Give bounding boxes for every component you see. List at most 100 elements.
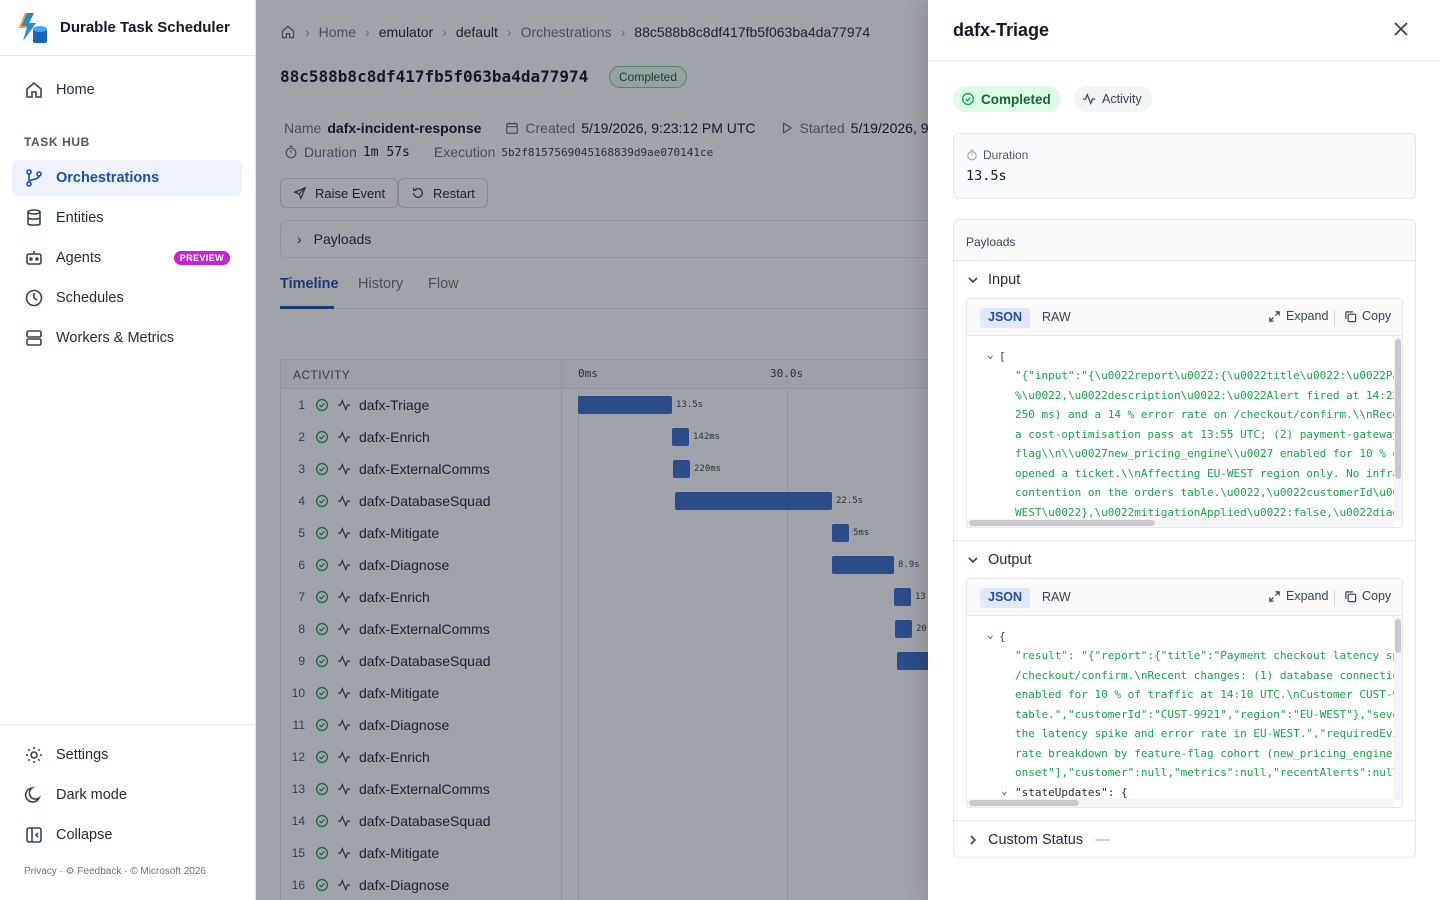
sidebar-item-schedules[interactable]: Schedules	[12, 280, 242, 316]
expand-button[interactable]: Expand	[1268, 309, 1328, 323]
code-line: WEST\u0022},\u0022mitigationApplied\u002…	[1015, 506, 1397, 519]
status-text: Completed	[981, 91, 1051, 107]
sidebar-item-label: Settings	[56, 747, 109, 763]
collapse-toggle[interactable]: ⌄	[987, 345, 994, 364]
copy-button[interactable]: Copy	[1344, 589, 1391, 603]
sidebar-item-label: Dark mode	[56, 787, 127, 803]
code-line: a cost-optimisation pass at 13:55 UTC; (…	[1015, 428, 1397, 441]
payloads-header: Payloads	[954, 220, 1415, 261]
sidebar-item-collapse[interactable]: Collapse	[12, 817, 242, 853]
code-line: "stateUpdates": {	[1015, 786, 1128, 799]
duration-card: Duration 13.5s	[953, 133, 1416, 199]
sidebar-item-label: Entities	[56, 210, 104, 226]
code-line: "{"input":"{\u0022report\u0022:{\u0022ti…	[1015, 369, 1397, 382]
panel-title: dafx-Triage	[953, 20, 1050, 40]
moon-icon	[24, 786, 42, 803]
divider	[1334, 590, 1335, 606]
check-circle-icon	[961, 92, 975, 106]
sidebar-item-label: Orchestrations	[56, 170, 160, 186]
viewer-toolbar: JSON RAW Expand Copy	[967, 299, 1402, 336]
copy-button[interactable]: Copy	[1344, 309, 1391, 323]
close-icon[interactable]	[1390, 18, 1412, 40]
divider	[1334, 310, 1335, 326]
scrollbar-thumb[interactable]	[1395, 339, 1401, 479]
sidebar-item-dark-mode[interactable]: Dark mode	[12, 777, 242, 813]
server-icon	[26, 330, 42, 346]
collapse-sidebar-icon	[26, 827, 42, 843]
collapse-toggle[interactable]: ⌄	[1001, 781, 1008, 800]
robot-icon	[26, 251, 42, 265]
sidebar-item-label: Agents	[56, 250, 102, 266]
home-icon	[26, 81, 42, 98]
custom-status-toggle[interactable]: Custom Status —	[966, 832, 1110, 848]
branch-icon	[26, 169, 42, 187]
raw-tab[interactable]: RAW	[1034, 308, 1079, 328]
json-tab[interactable]: JSON	[980, 588, 1031, 608]
status-badge: Completed	[953, 86, 1061, 112]
collapse-toggle[interactable]: ⌄	[987, 625, 994, 644]
output-label: Output	[988, 552, 1032, 568]
sidebar-item-label: Workers & Metrics	[56, 330, 175, 346]
expand-icon	[1269, 590, 1280, 602]
code-line: flag\\n\\u0027new_pricing_engine\\u0027 …	[1015, 447, 1397, 460]
sidebar-item-home[interactable]: Home	[12, 72, 242, 108]
gear-icon	[26, 747, 42, 763]
expand-button[interactable]: Expand	[1268, 589, 1328, 603]
duration-label-text: Duration	[983, 148, 1029, 162]
code-line: onset"],"customer":null,"metrics":null,"…	[1015, 766, 1397, 779]
divider	[928, 60, 1440, 61]
copy-icon	[1345, 590, 1357, 602]
code-line: enabled for 10 % of traffic at 14:10 UTC…	[1015, 688, 1397, 701]
chevron-down-icon	[968, 557, 978, 564]
brand-title: Durable Task Scheduler	[60, 19, 230, 36]
vertical-scrollbar[interactable]	[1394, 617, 1402, 800]
horizontal-scrollbar[interactable]	[967, 519, 1394, 527]
horizontal-scrollbar[interactable]	[967, 799, 1394, 807]
divider	[954, 540, 1415, 541]
sidebar-item-label: Home	[56, 82, 95, 98]
payloads-label: Payloads	[966, 235, 1016, 249]
sidebar-item-agents[interactable]: Agents PREVIEW	[12, 240, 242, 276]
brand[interactable]: Durable Task Scheduler	[0, 0, 255, 56]
footer-links[interactable]: Privacy · ⚙ Feedback · © Microsoft 2026	[24, 866, 206, 877]
sidebar-item-orchestrations[interactable]: Orchestrations	[12, 160, 242, 196]
code-line: rate breakdown by feature-flag cohort (n…	[1015, 747, 1393, 760]
type-text: Activity	[1102, 92, 1142, 106]
code-line: contention on the orders table.\u0022,\u…	[1015, 486, 1397, 499]
sidebar-item-entities[interactable]: Entities	[12, 200, 242, 236]
clock-icon	[25, 289, 43, 307]
chevron-right-icon	[970, 835, 977, 845]
code-line: [	[999, 350, 1006, 363]
expand-label: Expand	[1286, 589, 1329, 603]
raw-tab[interactable]: RAW	[1034, 588, 1079, 608]
chevron-down-icon	[968, 277, 978, 284]
sidebar-item-workers-metrics[interactable]: Workers & Metrics	[12, 320, 242, 356]
sidebar-item-label: Collapse	[56, 827, 113, 843]
scrollbar-thumb[interactable]	[969, 520, 1155, 526]
code-line: the latency spike and error rate in EU-W…	[1015, 727, 1397, 740]
duration-label: Duration	[966, 148, 1028, 162]
input-label: Input	[988, 272, 1021, 288]
vertical-scrollbar[interactable]	[1394, 337, 1402, 520]
scrollbar-thumb[interactable]	[969, 800, 1079, 806]
sidebar: Durable Task Scheduler Home TASK HUB Orc…	[0, 0, 256, 900]
input-code: ⌄ [ "{"input":"{\u0022report\u0022:{\u00…	[967, 337, 1397, 520]
sidebar-item-settings[interactable]: Settings	[12, 737, 242, 773]
timer-icon	[967, 149, 977, 161]
copy-label: Copy	[1362, 589, 1392, 603]
type-badge: Activity	[1074, 86, 1152, 112]
input-json-viewer: JSON RAW Expand Copy ⌄ [ "{"input":"{\u0…	[966, 298, 1403, 528]
expand-label: Expand	[1286, 309, 1329, 323]
copy-label: Copy	[1362, 309, 1392, 323]
scrollbar-thumb[interactable]	[1395, 619, 1401, 653]
payloads-card: Payloads Input JSON RAW Expand Copy ⌄ […	[953, 219, 1416, 858]
copy-icon	[1345, 310, 1357, 322]
output-section-toggle[interactable]: Output	[966, 552, 1032, 568]
preview-badge: PREVIEW	[173, 251, 230, 265]
input-section-toggle[interactable]: Input	[966, 272, 1020, 288]
code-line: /checkout/confirm.\nRecent changes: (1) …	[1015, 669, 1397, 682]
output-json-viewer: JSON RAW Expand Copy ⌄ { "result": "{"re…	[966, 578, 1403, 808]
durable-task-logo-icon	[18, 12, 47, 43]
json-tab[interactable]: JSON	[980, 308, 1031, 328]
code-line: table.","customerId":"CUST-9921","region…	[1015, 708, 1397, 721]
